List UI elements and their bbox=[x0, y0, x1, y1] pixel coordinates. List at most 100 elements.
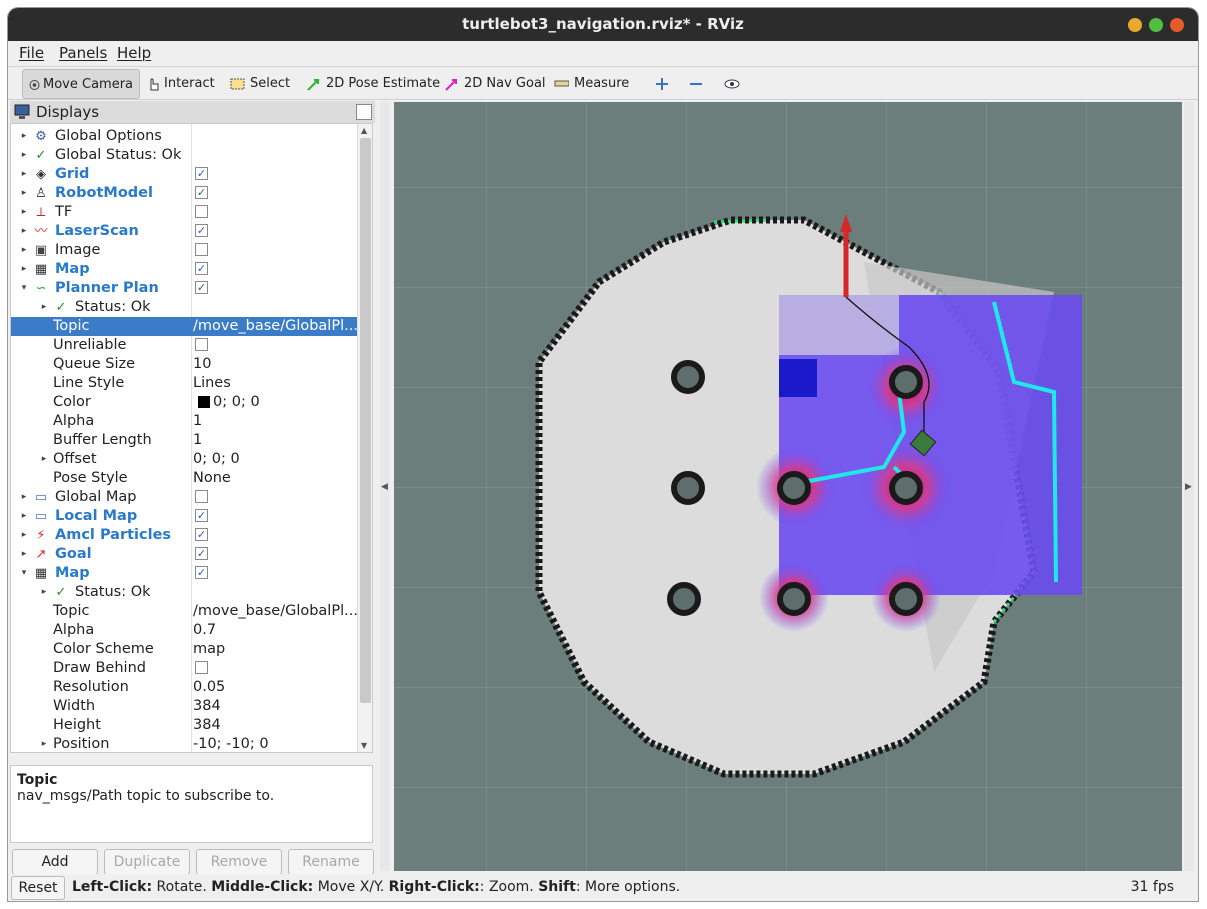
move-camera-tool[interactable]: Move Camera bbox=[22, 69, 140, 99]
row-value[interactable]: /move_base/GlobalPl... bbox=[193, 602, 358, 621]
row-value[interactable]: map bbox=[193, 640, 225, 659]
expand-arrow-icon[interactable]: ▸ bbox=[39, 450, 49, 469]
row-value[interactable]: 0; 0; 0 bbox=[213, 393, 260, 412]
menu-panels[interactable]: Panels bbox=[59, 44, 107, 62]
row-value[interactable]: /move_base/GlobalPl... bbox=[193, 317, 358, 336]
color-swatch[interactable] bbox=[198, 396, 210, 408]
add-button[interactable]: Add bbox=[12, 849, 98, 875]
tree-row[interactable]: ▸ ▣ Image bbox=[11, 241, 357, 260]
displays-tree[interactable]: ▸ ⚙ Global Options ▸ ✓ Global Status: Ok ▸ ◈ Gri… bbox=[10, 123, 373, 753]
row-value[interactable]: None bbox=[193, 469, 231, 488]
tree-row[interactable]: Pose Style None bbox=[11, 469, 357, 488]
measure-tool[interactable]: Measure bbox=[550, 69, 629, 99]
row-checkbox[interactable]: ✓ bbox=[195, 547, 208, 560]
render-viewport[interactable] bbox=[394, 102, 1182, 871]
expand-arrow-icon[interactable]: ▸ bbox=[19, 260, 29, 279]
expand-arrow-icon[interactable]: ▸ bbox=[19, 146, 29, 165]
tree-row[interactable]: ▸ ⚡ Amcl Particles ✓ bbox=[11, 526, 357, 545]
tree-row[interactable]: Line Style Lines bbox=[11, 374, 357, 393]
tree-row[interactable]: Unreliable bbox=[11, 336, 357, 355]
tree-row[interactable]: ▸ ↗ Goal ✓ bbox=[11, 545, 357, 564]
tree-row[interactable]: ▾ ∽ Planner Plan ✓ bbox=[11, 279, 357, 298]
add-tool-button[interactable] bbox=[650, 69, 674, 99]
maximize-button[interactable] bbox=[1149, 18, 1163, 32]
remove-tool-button[interactable] bbox=[684, 69, 708, 99]
rename-button[interactable]: Rename bbox=[288, 849, 374, 875]
title-bar[interactable]: turtlebot3_navigation.rviz* - RViz bbox=[8, 8, 1198, 41]
expand-arrow-icon[interactable]: ▸ bbox=[19, 488, 29, 507]
tree-row[interactable]: Color Scheme map bbox=[11, 640, 357, 659]
pose-estimate-tool[interactable]: 2D Pose Estimate bbox=[302, 69, 440, 99]
view-tool-button[interactable] bbox=[720, 69, 746, 99]
tree-row[interactable]: ▸ ✓ Status: Ok bbox=[11, 583, 357, 602]
remove-button[interactable]: Remove bbox=[196, 849, 282, 875]
row-value[interactable]: 384 bbox=[193, 716, 221, 735]
tree-row[interactable]: ▸ ⟂ TF bbox=[11, 203, 357, 222]
row-value[interactable]: 0; 0; 0 bbox=[193, 450, 240, 469]
row-checkbox[interactable] bbox=[195, 338, 208, 351]
tree-row[interactable]: ▸ ⚙ Global Options bbox=[11, 127, 357, 146]
tree-row[interactable]: ▸ ✓ Global Status: Ok bbox=[11, 146, 357, 165]
row-checkbox[interactable]: ✓ bbox=[195, 509, 208, 522]
select-tool[interactable]: Select bbox=[226, 69, 290, 99]
tree-row[interactable]: ▸ ▦ Map ✓ bbox=[11, 260, 357, 279]
tree-row[interactable]: Alpha 0.7 bbox=[11, 621, 357, 640]
expand-arrow-icon[interactable]: ▸ bbox=[19, 165, 29, 184]
row-checkbox[interactable]: ✓ bbox=[195, 186, 208, 199]
row-checkbox[interactable] bbox=[195, 205, 208, 218]
row-checkbox[interactable] bbox=[195, 661, 208, 674]
row-value[interactable]: 384 bbox=[193, 697, 221, 716]
row-value[interactable]: 0.7 bbox=[193, 621, 216, 640]
row-value[interactable]: 10 bbox=[193, 355, 211, 374]
tree-row[interactable]: Alpha 1 bbox=[11, 412, 357, 431]
tree-row[interactable]: Color 0; 0; 0 bbox=[11, 393, 357, 412]
minimize-button[interactable] bbox=[1128, 18, 1142, 32]
scroll-down-icon[interactable]: ▼ bbox=[361, 741, 367, 750]
tree-row[interactable]: Topic/move_base/GlobalPl... bbox=[11, 602, 358, 621]
tree-row[interactable]: ▾ ▦ Map ✓ bbox=[11, 564, 357, 583]
tree-row[interactable]: Topic/move_base/GlobalPl... bbox=[11, 317, 358, 336]
expand-arrow-icon[interactable]: ▸ bbox=[19, 184, 29, 203]
expand-arrow-icon[interactable]: ▸ bbox=[19, 222, 29, 241]
expand-arrow-icon[interactable]: ▸ bbox=[39, 298, 49, 317]
tree-row[interactable]: ▸ ◈ Grid ✓ bbox=[11, 165, 357, 184]
tree-row[interactable]: ▸ ✓ Status: Ok bbox=[11, 298, 357, 317]
expand-arrow-icon[interactable]: ▸ bbox=[19, 507, 29, 526]
row-checkbox[interactable]: ✓ bbox=[195, 528, 208, 541]
close-button[interactable] bbox=[1170, 18, 1184, 32]
expand-arrow-icon[interactable]: ▾ bbox=[19, 564, 29, 583]
expand-arrow-icon[interactable]: ▸ bbox=[19, 545, 29, 564]
tree-row[interactable]: ▸ Position -10; -10; 0 bbox=[11, 735, 357, 752]
expand-arrow-icon[interactable]: ▸ bbox=[19, 127, 29, 146]
row-checkbox[interactable]: ✓ bbox=[195, 224, 208, 237]
row-checkbox[interactable]: ✓ bbox=[195, 167, 208, 180]
expand-arrow-icon[interactable]: ▾ bbox=[19, 279, 29, 298]
expand-arrow-icon[interactable]: ▸ bbox=[19, 203, 29, 222]
tree-row[interactable]: ▸ 〰 LaserScan ✓ bbox=[11, 222, 357, 241]
tree-scroll-thumb[interactable] bbox=[360, 138, 371, 703]
undock-checkbox[interactable] bbox=[356, 104, 372, 120]
nav-goal-tool[interactable]: 2D Nav Goal bbox=[440, 69, 546, 99]
tree-row[interactable]: Height 384 bbox=[11, 716, 357, 735]
menu-file[interactable]: File bbox=[19, 44, 44, 62]
tree-scrollbar[interactable]: ▲ ▼ bbox=[357, 124, 372, 752]
row-value[interactable]: 1 bbox=[193, 431, 202, 450]
scroll-up-icon[interactable]: ▲ bbox=[361, 126, 367, 135]
tree-row[interactable]: ▸ ▭ Local Map ✓ bbox=[11, 507, 357, 526]
tree-row[interactable]: ▸ ♙ RobotModel ✓ bbox=[11, 184, 357, 203]
expand-arrow-icon[interactable]: ▸ bbox=[39, 735, 49, 752]
tree-row[interactable]: Buffer Length 1 bbox=[11, 431, 357, 450]
expand-arrow-icon[interactable]: ▸ bbox=[39, 583, 49, 602]
row-checkbox[interactable] bbox=[195, 243, 208, 256]
expand-arrow-icon[interactable]: ▸ bbox=[19, 526, 29, 545]
menu-help[interactable]: Help bbox=[117, 44, 151, 62]
row-checkbox[interactable] bbox=[195, 490, 208, 503]
tree-row[interactable]: Resolution 0.05 bbox=[11, 678, 357, 697]
tree-row[interactable]: ▸ Offset 0; 0; 0 bbox=[11, 450, 357, 469]
duplicate-button[interactable]: Duplicate bbox=[104, 849, 190, 875]
row-checkbox[interactable]: ✓ bbox=[195, 262, 208, 275]
row-value[interactable]: Lines bbox=[193, 374, 231, 393]
expand-arrow-icon[interactable]: ▸ bbox=[19, 241, 29, 260]
interact-tool[interactable]: Interact bbox=[142, 69, 215, 99]
tree-row[interactable]: Width 384 bbox=[11, 697, 357, 716]
